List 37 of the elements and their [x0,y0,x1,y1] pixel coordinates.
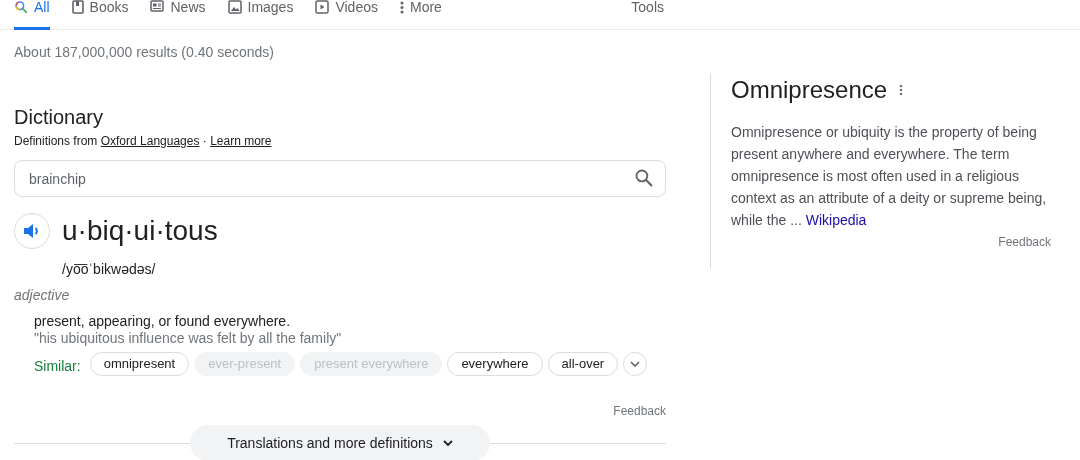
section-title: Dictionary [14,105,104,129]
search-field[interactable]: brainchip [14,160,666,197]
image-icon [227,0,242,14]
more-definitions-button[interactable]: Translations and more definitions [190,425,490,460]
definition: present, appearing, or found everywhere. [34,313,292,330]
more-icon [400,0,404,14]
tab[interactable]: All [14,0,50,30]
learn-more-link[interactable]: Learn more [210,134,272,148]
tools-button[interactable]: Tools [631,0,664,14]
speaker-icon [23,223,41,239]
similar-label: Similar: [34,357,81,374]
panel-description: Omnipresence or ubiquity is the property of being present anywhere and everywhere. The term omnipresence is most often used in a religious context as an attribute of a deity or supreme being, while the ... Wikipedia [731,123,1048,230]
search-icon [14,0,28,14]
tab[interactable]: More [400,0,442,30]
part-of-speech: adjective [14,287,71,303]
source-link[interactable]: Oxford Languages [100,134,200,148]
tab[interactable]: News [150,0,206,30]
more-options-icon[interactable] [899,84,904,96]
tab[interactable]: Images [227,0,294,30]
pronunciation: /yo͞oˈbikwədəs/ [62,261,157,277]
panel-title: Omnipresence [731,75,888,105]
tab[interactable]: Videos [315,0,378,30]
book-icon [71,0,84,14]
headword: u·biq·ui·tous [62,215,218,247]
video-icon [315,0,330,14]
chevron-down-icon [442,440,453,446]
feedback-link[interactable]: Feedback [731,235,1051,249]
search-icon[interactable] [634,168,654,188]
news-icon [150,0,165,12]
feedback-link[interactable]: Feedback [14,404,666,418]
wikipedia-link[interactable]: Wikipedia [805,212,867,228]
example-sentence: "his ubiquitous influence was felt by all the family" [34,330,343,347]
source-label: Definitions from [14,134,99,148]
chevron-down-icon [630,361,641,367]
tab[interactable]: Books [71,0,129,30]
result-count: About 187,000,000 results (0.40 seconds) [14,44,275,60]
separator: · [201,134,208,148]
